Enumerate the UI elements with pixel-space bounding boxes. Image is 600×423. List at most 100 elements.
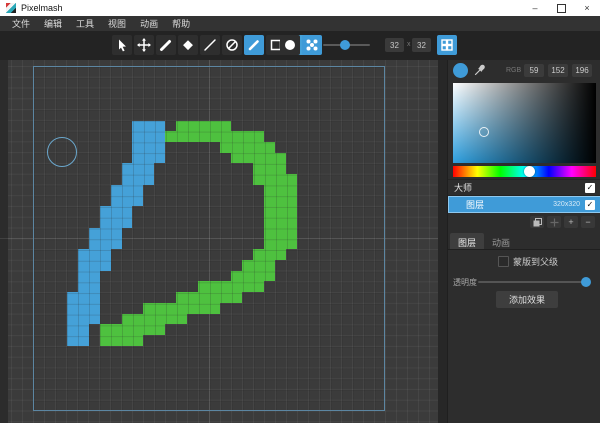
line-tool-button[interactable] [200, 35, 220, 55]
pixel-cell[interactable] [231, 142, 242, 153]
pixel-cell[interactable] [132, 174, 143, 185]
pixel-cell[interactable] [264, 196, 275, 207]
pixel-cell[interactable] [286, 196, 297, 207]
pixel-cell[interactable] [100, 228, 111, 239]
pixel-cell[interactable] [286, 206, 297, 217]
pixel-cell[interactable] [220, 292, 231, 303]
pixel-cell[interactable] [220, 142, 231, 153]
pixel-cell[interactable] [264, 217, 275, 228]
pixel-cell[interactable] [275, 206, 286, 217]
menu-item[interactable]: 工具 [69, 17, 101, 30]
pixel-cell[interactable] [209, 303, 220, 314]
pixel-cell[interactable] [78, 292, 89, 303]
pixel-cell[interactable] [89, 249, 100, 260]
pixel-cell[interactable] [264, 185, 275, 196]
pixel-cell[interactable] [242, 281, 253, 292]
layer-visibility-checkbox[interactable]: ✓ [585, 200, 595, 210]
pixel-cell[interactable] [220, 131, 231, 142]
pixel-cell[interactable] [67, 314, 78, 325]
opacity-slider[interactable] [478, 281, 588, 283]
pixel-cell[interactable] [122, 174, 133, 185]
canvas-height-input[interactable]: 32 [412, 38, 431, 52]
pixel-cell[interactable] [231, 281, 242, 292]
pixel-cell[interactable] [132, 324, 143, 335]
pixel-cell[interactable] [122, 217, 133, 228]
pixel-cell[interactable] [111, 324, 122, 335]
pixel-cell[interactable] [100, 217, 111, 228]
pixel-cell[interactable] [275, 249, 286, 260]
pixel-cell[interactable] [89, 260, 100, 271]
pixel-cell[interactable] [143, 163, 154, 174]
pixel-cell[interactable] [67, 335, 78, 346]
pixel-cell[interactable] [89, 292, 100, 303]
color-picker-indicator[interactable] [479, 127, 489, 137]
pixel-cell[interactable] [78, 314, 89, 325]
pixel-cell[interactable] [275, 217, 286, 228]
pixel-cell[interactable] [264, 153, 275, 164]
pixel-cell[interactable] [187, 292, 198, 303]
pixel-cell[interactable] [154, 142, 165, 153]
pixel-cell[interactable] [89, 271, 100, 282]
pixel-cell[interactable] [100, 249, 111, 260]
pixel-cell[interactable] [78, 303, 89, 314]
pixel-cell[interactable] [143, 142, 154, 153]
pixel-cell[interactable] [231, 153, 242, 164]
pixel-cell[interactable] [198, 292, 209, 303]
pixel-cell[interactable] [253, 260, 264, 271]
pixel-cell[interactable] [253, 174, 264, 185]
pixel-cell[interactable] [154, 303, 165, 314]
pixel-cell[interactable] [209, 131, 220, 142]
pixel-cell[interactable] [198, 131, 209, 142]
pixel-cell[interactable] [154, 131, 165, 142]
pencil-tool-button[interactable] [244, 35, 264, 55]
pixel-cell[interactable] [242, 260, 253, 271]
pixel-cell[interactable] [78, 271, 89, 282]
pixel-cell[interactable] [209, 281, 220, 292]
pixel-cell[interactable] [264, 260, 275, 271]
brush-tool-button[interactable] [156, 35, 176, 55]
dither-toggle-button[interactable] [302, 35, 322, 55]
pixel-cell[interactable] [78, 324, 89, 335]
pixel-cell[interactable] [67, 324, 78, 335]
pixel-cell[interactable] [143, 174, 154, 185]
pixel-cell[interactable] [122, 196, 133, 207]
pixel-cell[interactable] [242, 142, 253, 153]
pixel-cell[interactable] [111, 196, 122, 207]
pixel-cell[interactable] [275, 228, 286, 239]
pixel-cell[interactable] [132, 121, 143, 132]
master-layer-row[interactable]: 大师 ✓ [448, 179, 600, 196]
pixel-cell[interactable] [187, 303, 198, 314]
pixel-cell[interactable] [111, 217, 122, 228]
pixel-cell[interactable] [100, 206, 111, 217]
pixel-cell[interactable] [264, 239, 275, 250]
pixel-cell[interactable] [286, 239, 297, 250]
pixel-cell[interactable] [275, 196, 286, 207]
pixel-cell[interactable] [264, 249, 275, 260]
red-value-input[interactable]: 59 [524, 64, 544, 77]
fill-tool-button[interactable] [222, 35, 242, 55]
pixel-grid[interactable] [34, 67, 384, 410]
pixel-cell[interactable] [132, 163, 143, 174]
pixel-cell[interactable] [100, 260, 111, 271]
pixel-cell[interactable] [198, 121, 209, 132]
pixel-cell[interactable] [253, 281, 264, 292]
pixel-cell[interactable] [100, 335, 111, 346]
menu-item[interactable]: 编辑 [37, 17, 69, 30]
mask-to-parent-checkbox[interactable] [498, 256, 509, 267]
pixel-cell[interactable] [143, 121, 154, 132]
pixel-cell[interactable] [286, 174, 297, 185]
green-value-input[interactable]: 152 [548, 64, 568, 77]
tab-animation[interactable]: 动画 [484, 233, 518, 249]
pixel-cell[interactable] [89, 239, 100, 250]
brush-shape-button[interactable] [280, 35, 300, 55]
canvas-viewport[interactable] [0, 60, 447, 423]
pixel-cell[interactable] [264, 206, 275, 217]
grid-toggle-button[interactable] [437, 35, 457, 55]
pixel-cell[interactable] [264, 174, 275, 185]
add-effect-button[interactable]: 添加效果 [496, 291, 558, 308]
color-picker-area[interactable] [453, 83, 596, 163]
opacity-slider-handle[interactable] [581, 277, 591, 287]
pixel-cell[interactable] [275, 185, 286, 196]
pixel-cell[interactable] [154, 121, 165, 132]
pixel-cell[interactable] [122, 206, 133, 217]
